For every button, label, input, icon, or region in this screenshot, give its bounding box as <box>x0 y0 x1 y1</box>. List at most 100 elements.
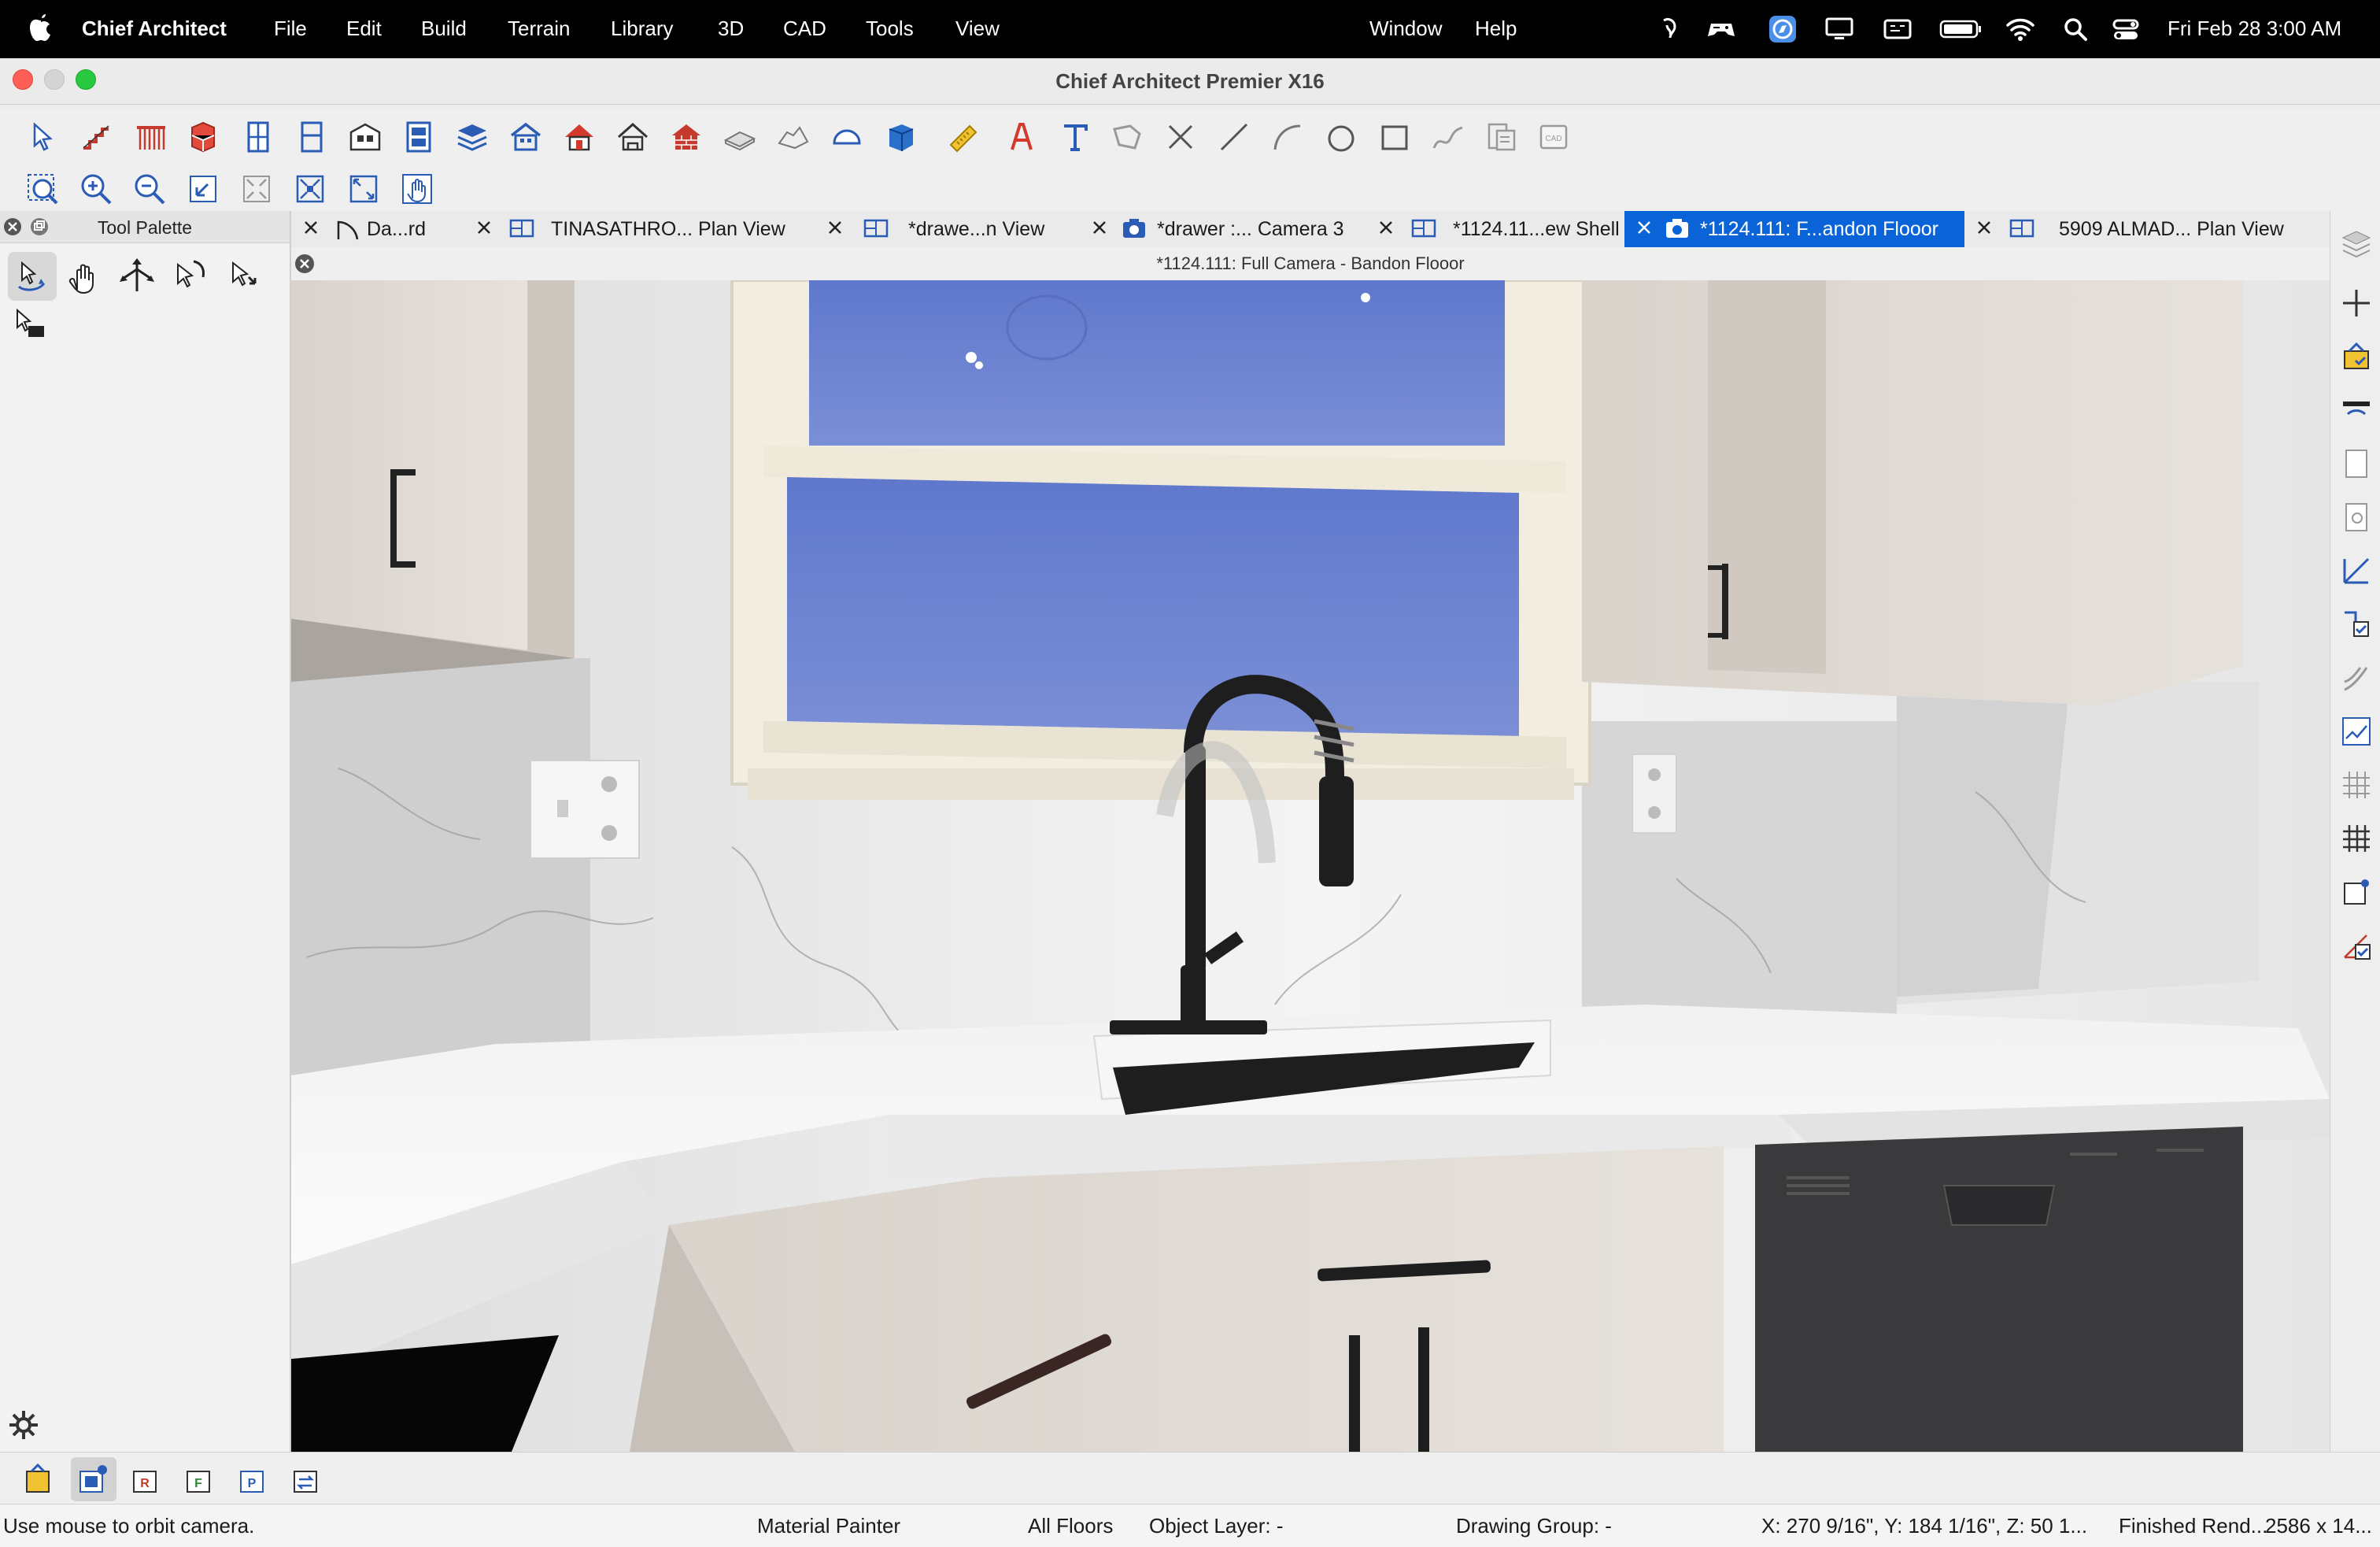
close-tab-icon[interactable] <box>1632 216 1656 239</box>
menu-3d[interactable]: 3D <box>718 17 744 41</box>
orbit-camera-icon[interactable] <box>11 255 52 296</box>
object-snap-icon[interactable] <box>2340 875 2373 909</box>
safari-extension-icon[interactable] <box>1768 14 1798 44</box>
camera-view-viewport[interactable] <box>291 280 2330 1452</box>
apple-icon[interactable] <box>28 11 54 43</box>
slab-tool-icon[interactable] <box>722 120 757 154</box>
terrain-icon[interactable] <box>776 120 811 154</box>
railing-tool-icon[interactable] <box>134 120 168 154</box>
menu-extra-icon[interactable] <box>1883 14 1913 44</box>
grid-icon[interactable] <box>2340 768 2373 801</box>
delete-cross-icon[interactable] <box>1163 120 1198 154</box>
cad-polyline-icon[interactable] <box>1110 120 1144 154</box>
layer-display-icon[interactable] <box>2340 340 2373 373</box>
reference-floor-icon[interactable]: R <box>129 1462 164 1497</box>
page-search-icon[interactable] <box>2340 501 2373 534</box>
tab-shell-view[interactable]: *1124.11...ew Shell <box>1366 211 1624 247</box>
framing-tool-icon[interactable] <box>830 120 864 154</box>
display-icon[interactable] <box>1824 14 1854 44</box>
fill-window-icon[interactable] <box>239 172 274 206</box>
close-tab-icon[interactable] <box>1088 216 1111 239</box>
arc-tool-icon[interactable] <box>1270 120 1305 154</box>
circle-tool-icon[interactable] <box>1324 120 1358 154</box>
window-tool-icon[interactable] <box>241 120 275 154</box>
text-tool-icon[interactable] <box>1058 120 1092 154</box>
menu-terrain[interactable]: Terrain <box>508 17 570 41</box>
scale-check-icon[interactable] <box>2340 608 2373 641</box>
close-tab-icon[interactable] <box>299 216 323 239</box>
chart-check-icon[interactable] <box>2340 715 2373 748</box>
brick-house-icon[interactable] <box>669 120 704 154</box>
roof-tool-icon[interactable] <box>562 120 597 154</box>
stairs-tool-icon[interactable] <box>79 120 113 154</box>
zoom-window-icon[interactable] <box>25 172 60 206</box>
page-setup-icon[interactable]: P <box>236 1462 271 1497</box>
tab-dashboard[interactable]: Da...rd <box>291 211 464 247</box>
fill-window-building-icon[interactable] <box>293 172 327 206</box>
pan-hand-icon[interactable] <box>400 172 434 206</box>
swap-layer-icon[interactable] <box>290 1462 324 1497</box>
full-screen-icon[interactable] <box>346 172 381 206</box>
battery-icon[interactable] <box>1939 14 1983 44</box>
select-objects-icon[interactable] <box>25 120 60 154</box>
tab-drawer-plan-view[interactable]: *drawe...n View <box>815 211 1080 247</box>
zoom-in-icon[interactable] <box>79 172 113 206</box>
auto-roof-icon[interactable] <box>615 120 650 154</box>
close-tab-icon[interactable] <box>472 216 496 239</box>
wifi-icon[interactable] <box>2005 14 2035 44</box>
tab-5909-plan-view[interactable]: 5909 ALMAD... Plan View <box>1964 211 2330 247</box>
menu-file[interactable]: File <box>274 17 307 41</box>
menu-tools[interactable]: Tools <box>866 17 914 41</box>
menu-build[interactable]: Build <box>421 17 467 41</box>
app-name-menu[interactable]: Chief Architect <box>82 17 227 41</box>
menu-cad[interactable]: CAD <box>783 17 826 41</box>
plan-view-layer-icon[interactable] <box>76 1462 110 1497</box>
rectangle-tool-icon[interactable] <box>1377 120 1412 154</box>
house-structure-icon[interactable] <box>508 120 543 154</box>
menu-library[interactable]: Library <box>611 17 673 41</box>
room-tool-icon[interactable] <box>348 120 382 154</box>
add-cross-icon[interactable] <box>2340 287 2373 320</box>
gamepad-icon[interactable] <box>1706 14 1736 44</box>
shortcut-icon[interactable] <box>1654 14 1684 44</box>
tab-plan-view[interactable]: TINASATHRO... Plan View <box>464 211 815 247</box>
close-tab-icon[interactable] <box>1374 216 1398 239</box>
layer-set-icon[interactable] <box>22 1462 57 1497</box>
diagonal-tool-icon[interactable] <box>2340 554 2373 587</box>
layers-icon[interactable] <box>455 120 490 154</box>
layer-stack-icon[interactable] <box>2340 227 2373 260</box>
palette-settings-gear-icon[interactable] <box>6 1408 41 1442</box>
cad-detail-icon[interactable]: CAD <box>1536 120 1571 154</box>
menu-help[interactable]: Help <box>1475 17 1517 41</box>
move-camera-icon[interactable] <box>116 255 157 296</box>
3d-cube-icon[interactable] <box>883 120 918 154</box>
close-tab-icon[interactable] <box>823 216 847 239</box>
dimension-tool-icon[interactable] <box>946 120 981 154</box>
tilt-camera-icon[interactable] <box>170 255 211 296</box>
curve-tool-icon[interactable] <box>2340 661 2373 694</box>
close-tab-icon[interactable] <box>1972 216 1996 239</box>
page-icon[interactable] <box>2340 447 2373 480</box>
spotlight-search-icon[interactable] <box>2060 14 2090 44</box>
menubar-clock[interactable]: Fri Feb 28 3:00 AM <box>2168 17 2341 41</box>
line-tool-icon[interactable] <box>1217 120 1251 154</box>
camera-selection-icon[interactable] <box>11 304 52 345</box>
menu-window[interactable]: Window <box>1369 17 1442 41</box>
zoom-out-icon[interactable] <box>132 172 167 206</box>
control-center-icon[interactable] <box>2111 14 2141 44</box>
cad-block-icon[interactable] <box>1484 120 1519 154</box>
tab-full-camera-active[interactable]: *1124.111: F...andon Flooor <box>1624 211 1964 247</box>
spline-tool-icon[interactable] <box>1431 120 1465 154</box>
text-style-icon[interactable] <box>1004 120 1039 154</box>
cabinet-tool-icon[interactable] <box>186 120 220 154</box>
wall-layer-icon[interactable] <box>2340 394 2373 427</box>
grid-snap-icon[interactable] <box>2340 822 2373 855</box>
dolly-camera-icon[interactable] <box>224 255 264 296</box>
menu-view[interactable]: View <box>955 17 1000 41</box>
door-tool-icon[interactable] <box>294 120 329 154</box>
floor-display-icon[interactable]: F <box>183 1462 217 1497</box>
elevation-tool-icon[interactable] <box>401 120 436 154</box>
undo-zoom-icon[interactable] <box>186 172 220 206</box>
angle-snap-icon[interactable] <box>2340 929 2373 962</box>
menu-edit[interactable]: Edit <box>346 17 382 41</box>
